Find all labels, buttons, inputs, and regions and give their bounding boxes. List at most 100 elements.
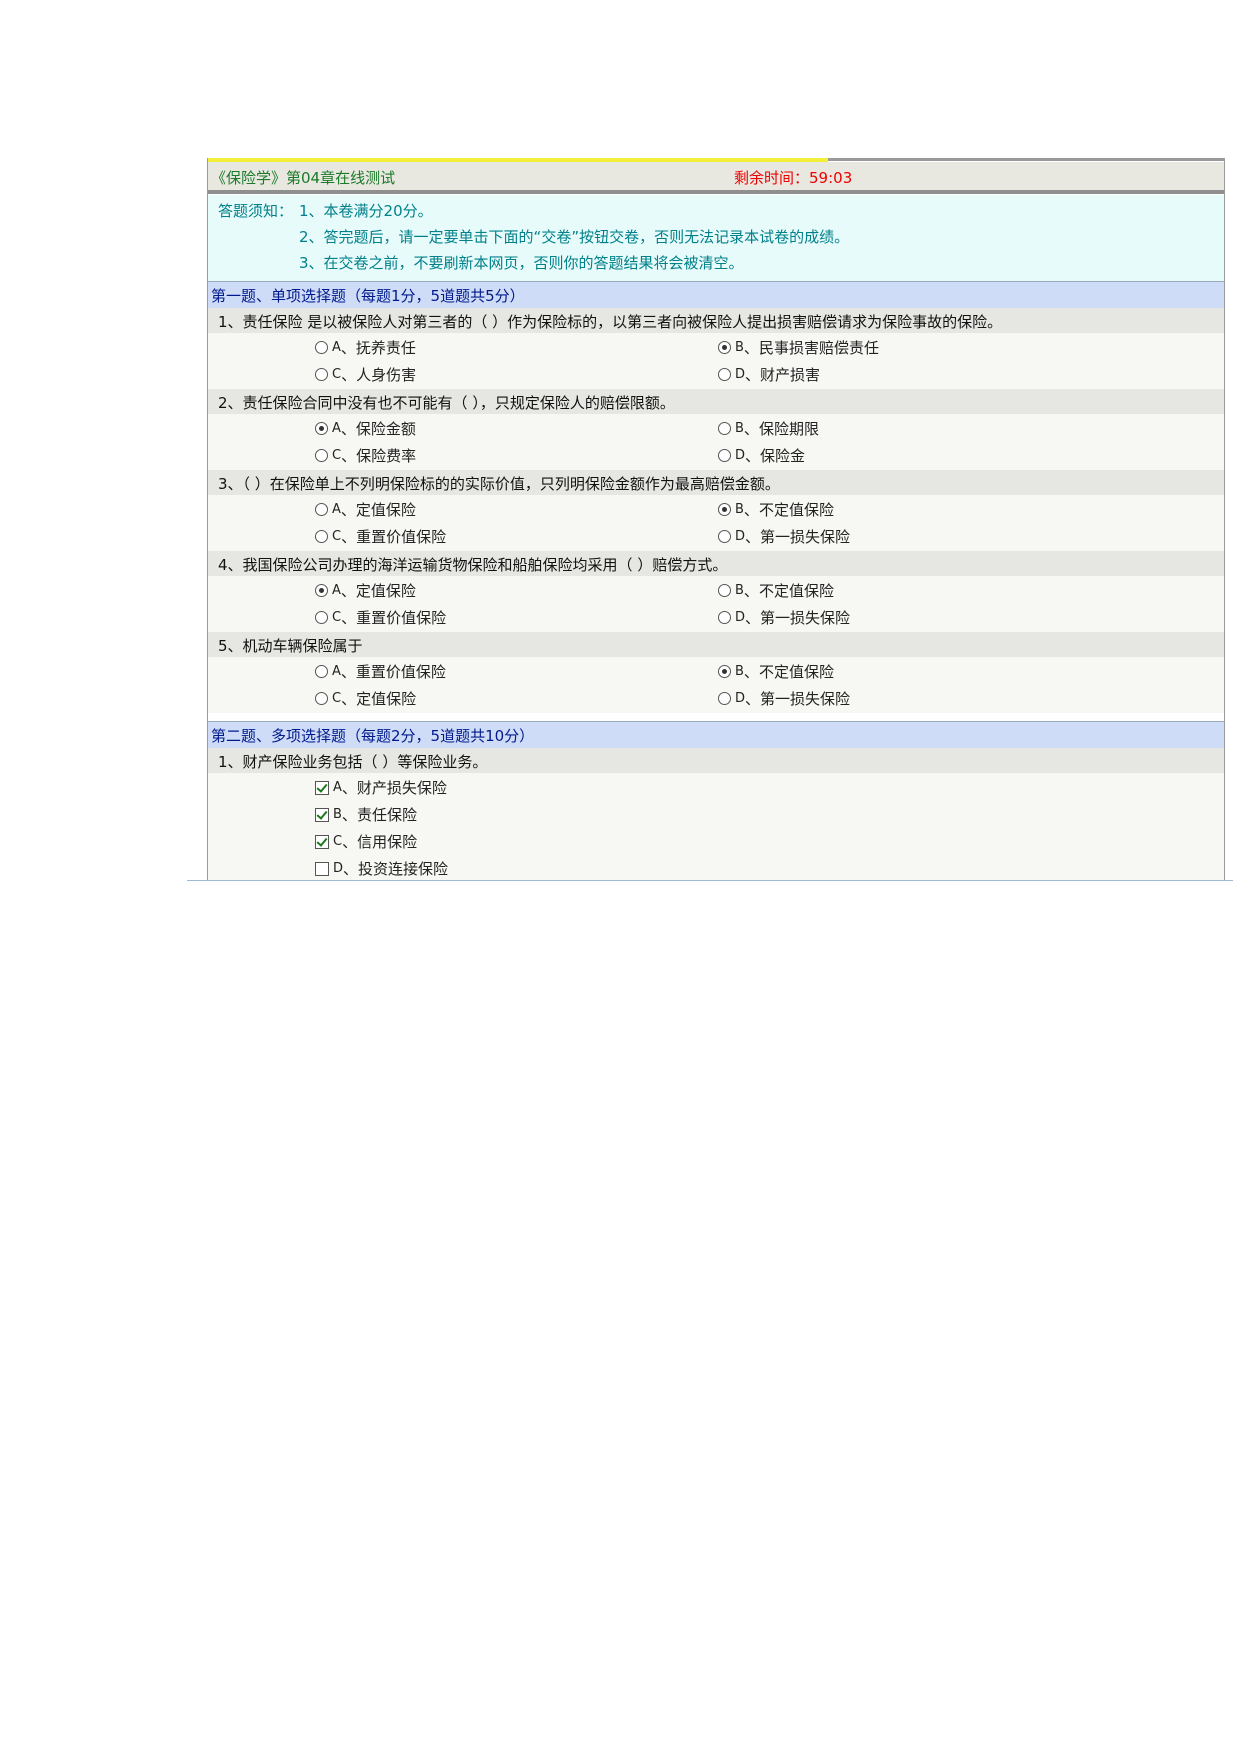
- question-text: 3、（ ）在保险单上不列明保险标的的实际价值，只列明保险金额作为最高赔偿金额。: [218, 475, 780, 493]
- option-text: 投资连接保险: [358, 860, 449, 878]
- option-d[interactable]: D、财产损害: [718, 364, 820, 385]
- radio-selected-icon[interactable]: [315, 584, 328, 597]
- option-letter: C: [333, 834, 343, 849]
- option-letter: C: [332, 448, 342, 463]
- option-a[interactable]: A、保险金额: [315, 418, 416, 439]
- option-text: 定值保险: [356, 690, 417, 708]
- option-letter: A: [333, 780, 342, 795]
- option-separator: 、: [340, 501, 356, 519]
- option-d[interactable]: D、投资连接保险: [315, 858, 448, 879]
- radio-selected-icon[interactable]: [718, 665, 731, 678]
- option-separator: 、: [340, 420, 356, 438]
- option-text: 责任保险: [356, 806, 417, 824]
- radio-unselected-icon[interactable]: [315, 341, 328, 354]
- option-text: 不定值保险: [758, 663, 834, 681]
- exam-header: 《保险学》第04章在线测试 剩余时间：59:03: [208, 162, 1224, 194]
- top-divider: [828, 158, 1224, 161]
- option-letter: D: [735, 610, 746, 625]
- option-d[interactable]: D、第一损失保险: [718, 526, 850, 547]
- checkbox-unchecked-icon[interactable]: [315, 861, 329, 876]
- option-c[interactable]: C、人身伤害: [315, 364, 416, 385]
- question-item: 3、（ ）在保险单上不列明保险标的的实际价值，只列明保险金额作为最高赔偿金额。 A…: [208, 470, 1224, 551]
- radio-unselected-icon[interactable]: [718, 611, 731, 624]
- radio-selected-icon[interactable]: [315, 422, 328, 435]
- instructions-label: 答题须知：: [218, 202, 294, 220]
- instruction-line: 1、本卷满分20分。: [299, 202, 433, 220]
- options-row: A、抚养责任 B、民事损害赔偿责任 C、人身伤害 D、财产损害: [208, 333, 1224, 389]
- option-text: 保险期限: [758, 420, 819, 438]
- radio-unselected-icon[interactable]: [315, 530, 328, 543]
- option-c[interactable]: C、重置价值保险: [315, 526, 446, 547]
- option-separator: 、: [745, 690, 761, 708]
- radio-selected-icon[interactable]: [718, 503, 731, 516]
- radio-unselected-icon[interactable]: [315, 449, 328, 462]
- option-a[interactable]: A、抚养责任: [315, 337, 416, 358]
- checkbox-checked-icon[interactable]: [315, 834, 329, 849]
- option-b[interactable]: B、保险期限: [718, 418, 819, 439]
- option-b[interactable]: B、不定值保险: [718, 661, 834, 682]
- option-text: 保险金额: [355, 420, 416, 438]
- option-letter: D: [735, 448, 746, 463]
- radio-unselected-icon[interactable]: [315, 503, 328, 516]
- option-c[interactable]: C、保险费率: [315, 445, 416, 466]
- question-text: 4、我国保险公司办理的海洋运输货物保险和船舶保险均采用（ ）赔偿方式。: [218, 556, 728, 574]
- option-d[interactable]: D、第一损失保险: [718, 688, 850, 709]
- option-separator: 、: [342, 833, 358, 851]
- option-d[interactable]: D、第一损失保险: [718, 607, 850, 628]
- option-separator: 、: [341, 366, 357, 384]
- option-b[interactable]: B、不定值保险: [718, 580, 834, 601]
- radio-unselected-icon[interactable]: [718, 692, 731, 705]
- option-c[interactable]: C、信用保险: [315, 831, 417, 852]
- question-text-row: 1、财产保险业务包括（ ）等保险业务。: [208, 748, 1224, 773]
- radio-unselected-icon[interactable]: [718, 422, 731, 435]
- option-separator: 、: [341, 806, 357, 824]
- timer-label: 剩余时间：: [734, 169, 810, 187]
- option-letter: A: [332, 583, 341, 598]
- option-letter: A: [332, 340, 341, 355]
- radio-selected-icon[interactable]: [718, 341, 731, 354]
- option-separator: 、: [341, 528, 357, 546]
- option-text: 重置价值保险: [356, 528, 447, 546]
- option-b[interactable]: B、责任保险: [315, 804, 417, 825]
- question-item: 5、机动车辆保险属于 A、重置价值保险 B、不定值保险 C、定值保险 D、第一损失保险: [208, 632, 1224, 713]
- option-separator: 、: [743, 501, 759, 519]
- option-text: 保险金: [760, 447, 806, 465]
- option-c[interactable]: C、重置价值保险: [315, 607, 446, 628]
- option-a[interactable]: A、财产损失保险: [315, 777, 447, 798]
- options-row: A、保险金额 B、保险期限 C、保险费率 D、保险金: [208, 414, 1224, 470]
- option-b[interactable]: B、民事损害赔偿责任: [718, 337, 879, 358]
- checkbox-checked-icon[interactable]: [315, 807, 329, 822]
- option-letter: B: [735, 664, 744, 679]
- radio-unselected-icon[interactable]: [718, 449, 731, 462]
- option-separator: 、: [743, 582, 759, 600]
- radio-unselected-icon[interactable]: [315, 611, 328, 624]
- option-text: 定值保险: [355, 501, 416, 519]
- radio-unselected-icon[interactable]: [718, 368, 731, 381]
- option-separator: 、: [745, 447, 761, 465]
- question-text: 1、责任保险 是以被保险人对第三者的（ ）作为保险标的，以第三者向被保险人提出损…: [218, 313, 1003, 331]
- option-separator: 、: [743, 663, 759, 681]
- option-letter: B: [333, 807, 342, 822]
- options-row: A、定值保险 B、不定值保险 C、重置价值保险 D、第一损失保险: [208, 495, 1224, 551]
- option-d[interactable]: D、保险金: [718, 445, 805, 466]
- option-letter: D: [735, 691, 746, 706]
- question-item: 1、财产保险业务包括（ ）等保险业务。 A、财产损失保险 B、责任保险 C、信用保险 D…: [208, 748, 1224, 880]
- option-text: 财产损失保险: [356, 779, 447, 797]
- question-text-row: 4、我国保险公司办理的海洋运输货物保险和船舶保险均采用（ ）赔偿方式。: [208, 551, 1224, 576]
- option-text: 民事损害赔偿责任: [758, 339, 879, 357]
- radio-unselected-icon[interactable]: [718, 584, 731, 597]
- checkbox-checked-icon[interactable]: [315, 780, 329, 795]
- option-text: 财产损害: [760, 366, 821, 384]
- option-c[interactable]: C、定值保险: [315, 688, 416, 709]
- radio-unselected-icon[interactable]: [718, 530, 731, 543]
- radio-unselected-icon[interactable]: [315, 692, 328, 705]
- radio-unselected-icon[interactable]: [315, 665, 328, 678]
- option-a[interactable]: A、定值保险: [315, 580, 416, 601]
- option-text: 第一损失保险: [760, 690, 851, 708]
- option-b[interactable]: B、不定值保险: [718, 499, 834, 520]
- option-a[interactable]: A、重置价值保险: [315, 661, 446, 682]
- option-separator: 、: [743, 420, 759, 438]
- option-a[interactable]: A、定值保险: [315, 499, 416, 520]
- radio-unselected-icon[interactable]: [315, 368, 328, 381]
- page-bottom-divider: [187, 880, 1233, 881]
